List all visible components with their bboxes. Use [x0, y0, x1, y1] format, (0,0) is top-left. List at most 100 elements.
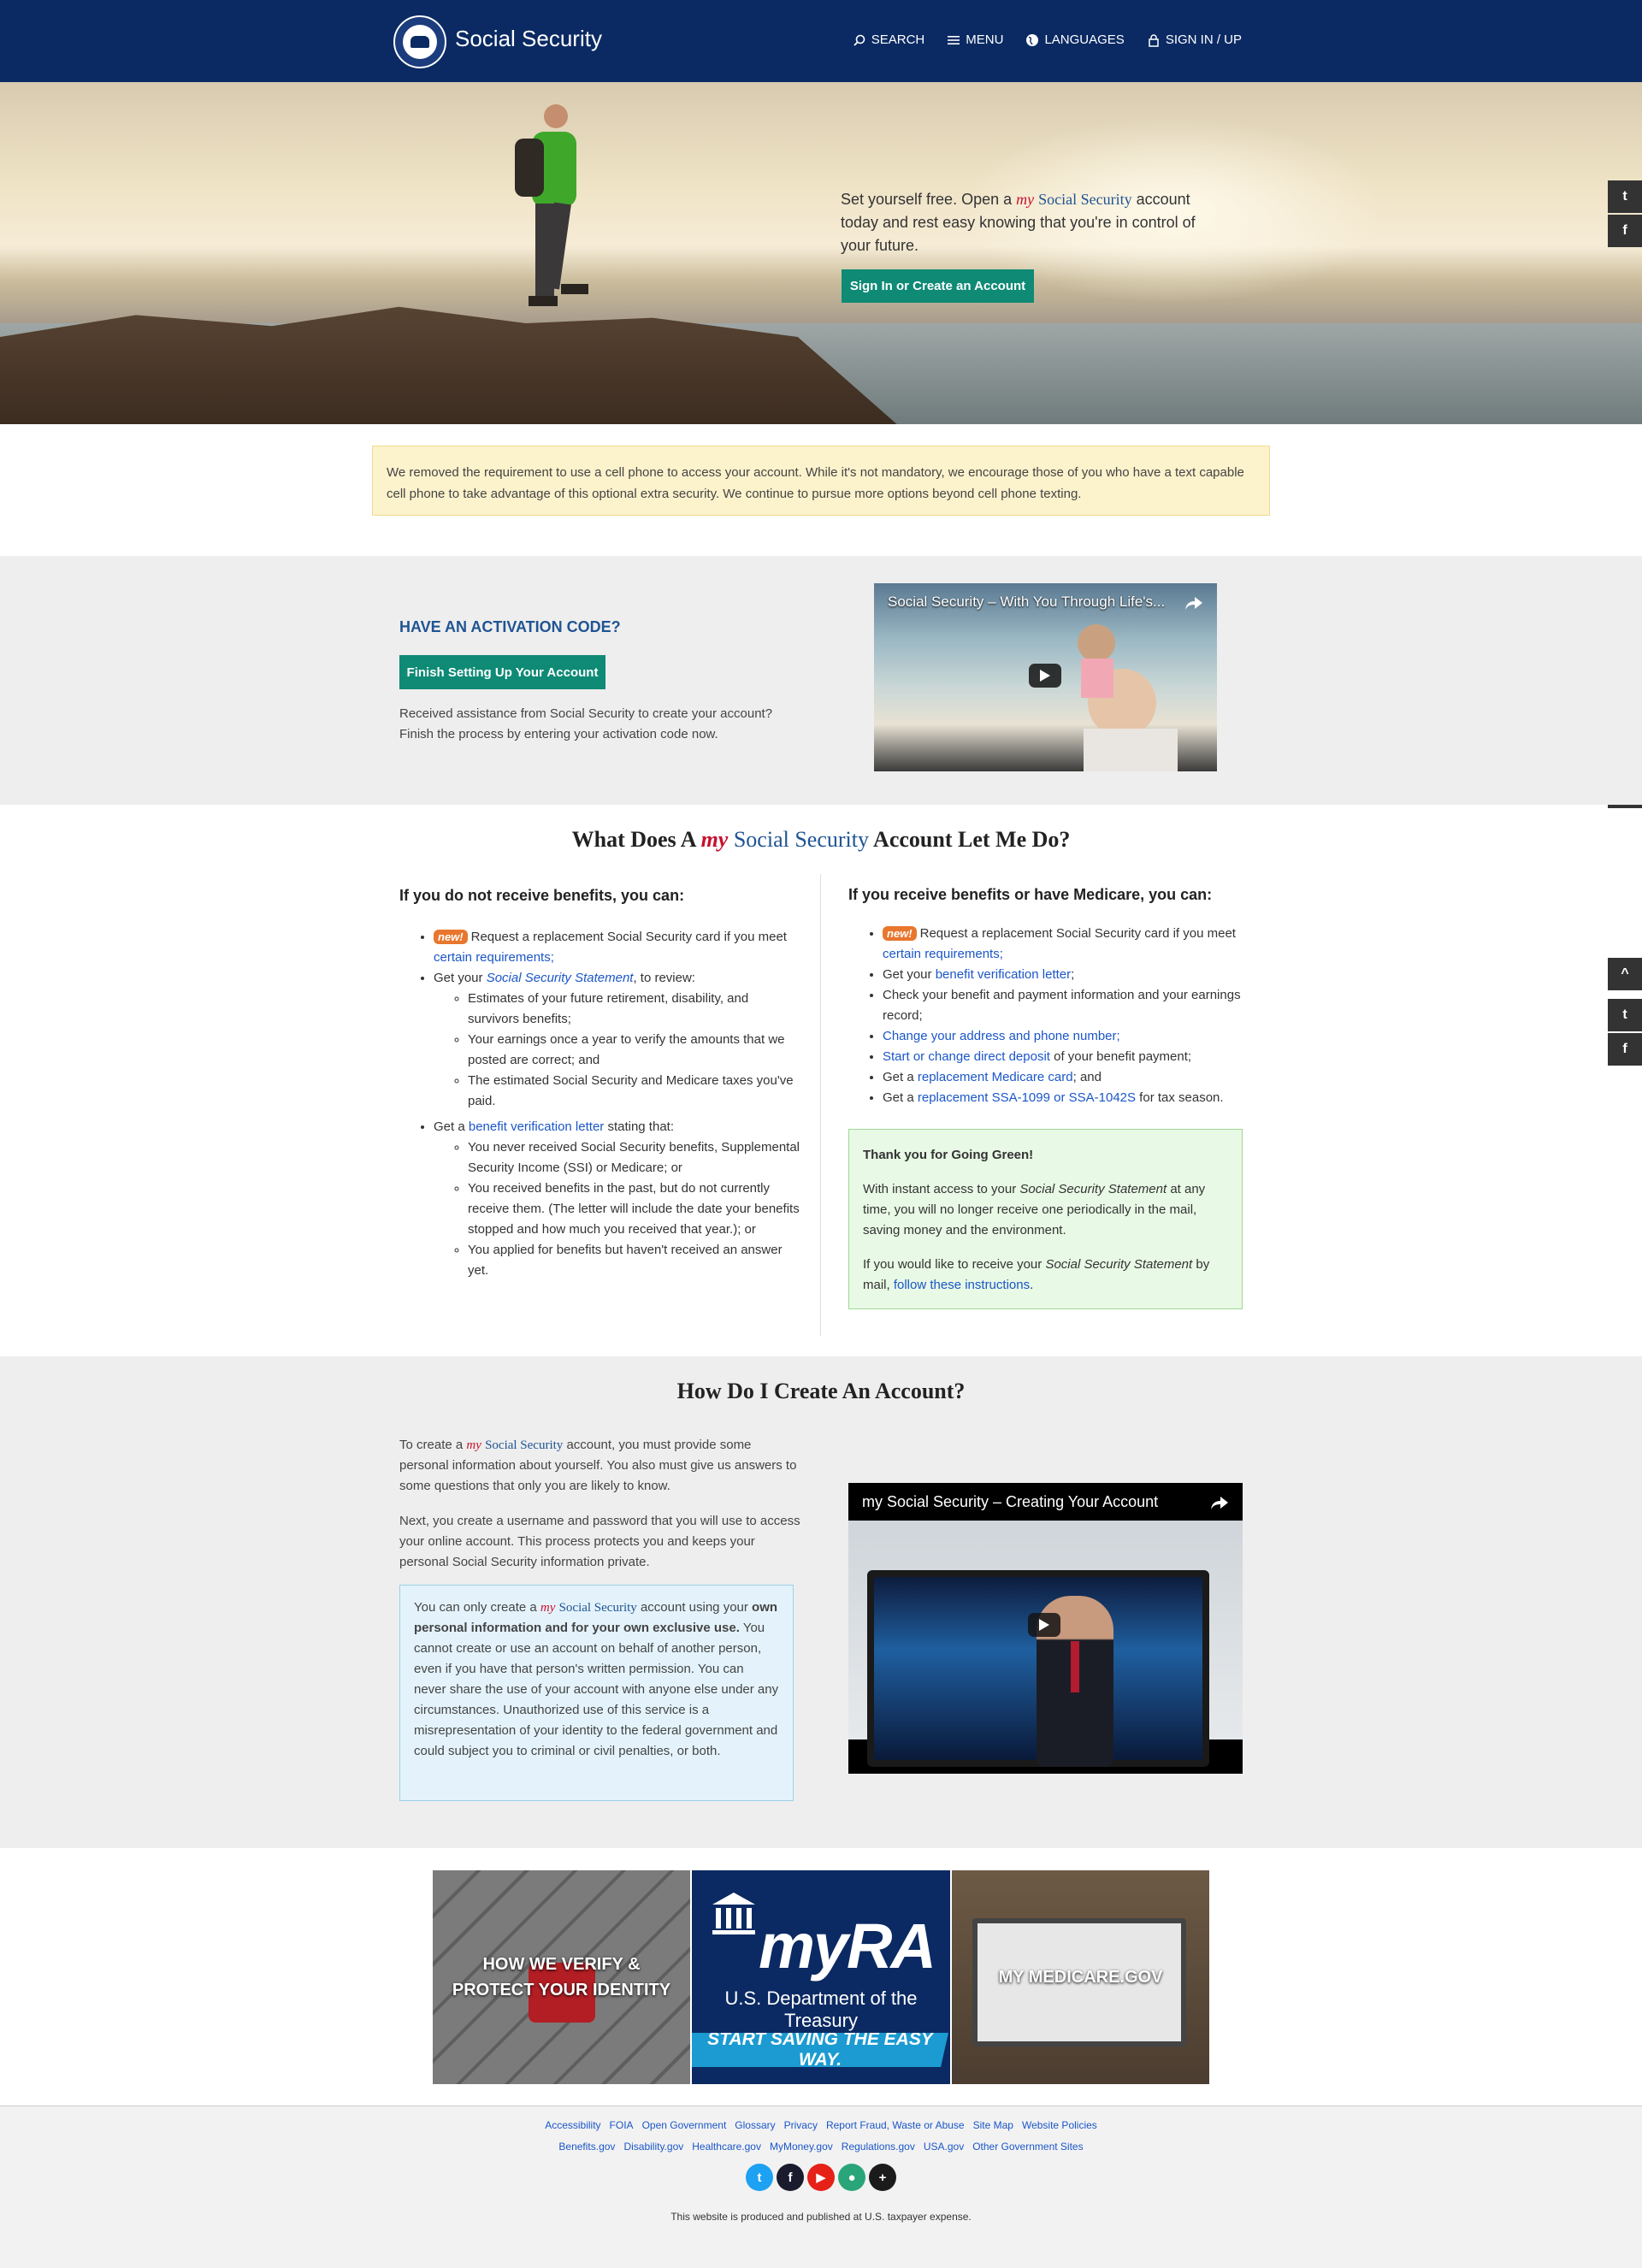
my-medicare-tile[interactable]: MY MEDICARE.GOV: [952, 1870, 1209, 2084]
sub-list-item: You never received Social Security benef…: [468, 1137, 801, 1178]
sign-in-create-account-button[interactable]: Sign In or Create an Account: [842, 269, 1034, 303]
sub-list-item: Estimates of your future retirement, dis…: [468, 989, 801, 1030]
footer-link[interactable]: USA.gov: [924, 2141, 964, 2153]
finish-setup-button[interactable]: Finish Setting Up Your Account: [399, 655, 605, 689]
footer-link[interactable]: MyMoney.gov: [770, 2141, 833, 2153]
search-link[interactable]: SEARCH: [853, 32, 924, 47]
blog-icon[interactable]: ●: [838, 2164, 865, 2191]
footer-links-row-2: Benefits.gov Disability.gov Healthcare.g…: [0, 2141, 1642, 2153]
site-header: Social Security SEARCH MENU LANGUAGES SI…: [0, 0, 1642, 82]
what-section-title: What Does A my Social Security Account L…: [571, 827, 1071, 852]
footer-link[interactable]: Open Government: [642, 2119, 727, 2131]
myra-tile[interactable]: myRA U.S. Department of the Treasury STA…: [692, 1870, 950, 2084]
facebook-share-icon[interactable]: f: [1608, 215, 1642, 247]
list-item: new!Request a replacement Social Securit…: [883, 924, 1250, 965]
facebook-share-icon-2[interactable]: f: [1608, 1033, 1642, 1066]
footer-links-row-1: Accessibility FOIA Open Government Gloss…: [0, 2119, 1642, 2131]
list-item: Get your Social Security Statement, to r…: [434, 968, 801, 1112]
footer-link[interactable]: Accessibility: [545, 2119, 600, 2131]
footer-link[interactable]: Website Policies: [1022, 2119, 1097, 2131]
right-column-heading: If you receive benefits or have Medicare…: [848, 886, 1213, 903]
certain-requirements-link[interactable]: certain requirements;: [883, 947, 1003, 961]
video-player-life[interactable]: Social Security – With You Through Life'…: [874, 583, 1217, 771]
sub-list-item: Your earnings once a year to verify the …: [468, 1030, 801, 1071]
new-badge: new!: [883, 926, 917, 941]
verify-identity-tile[interactable]: HOW WE VERIFY & PROTECT YOUR IDENTITY: [433, 1870, 690, 2084]
statement-link[interactable]: Social Security Statement: [487, 971, 634, 985]
hiker-image: [515, 104, 588, 306]
ssa-1099-link[interactable]: replacement SSA-1099 or SSA-1042S: [918, 1090, 1136, 1105]
menu-icon: [948, 35, 960, 44]
create-section-title: How Do I Create An Account?: [676, 1379, 966, 1403]
going-green-box: Thank you for Going Green! With instant …: [848, 1129, 1243, 1309]
sub-list-item: The estimated Social Security and Medica…: [468, 1071, 801, 1112]
personal-use-notice: You can only create a my Social Security…: [399, 1585, 794, 1801]
sign-in-link[interactable]: SIGN IN / UP: [1147, 32, 1242, 47]
left-column-heading: If you do not receive benefits, you can:: [399, 887, 685, 904]
globe-icon: [1026, 33, 1039, 46]
new-badge: new!: [434, 930, 468, 944]
twitter-share-icon-2[interactable]: t: [1608, 999, 1642, 1031]
video-thumbnail-image: [1078, 624, 1178, 771]
sub-list-item: You received benefits in the past, but d…: [468, 1178, 801, 1240]
certain-requirements-link[interactable]: certain requirements;: [434, 950, 554, 965]
languages-link[interactable]: LANGUAGES: [1025, 32, 1125, 47]
footer-link[interactable]: Healthcare.gov: [692, 2141, 761, 2153]
social-icons: t f ▶ ● +: [746, 2164, 896, 2191]
site-brand[interactable]: Social Security: [455, 26, 602, 52]
footer-link[interactable]: Other Government Sites: [972, 2141, 1083, 2153]
footer-link[interactable]: Report Fraud, Waste or Abuse: [826, 2119, 965, 2131]
security-notice: We removed the requirement to use a cell…: [372, 446, 1270, 516]
video-player-create-account[interactable]: my Social Security – Creating Your Accou…: [848, 1483, 1243, 1774]
facebook-icon[interactable]: f: [777, 2164, 804, 2191]
list-item: Get your benefit verification letter;: [883, 965, 1250, 985]
footer-link[interactable]: Glossary: [735, 2119, 775, 2131]
list-item: Check your benefit and payment informati…: [883, 985, 1250, 1026]
video-title: my Social Security – Creating Your Accou…: [862, 1493, 1159, 1510]
create-account-section: [0, 1356, 1642, 1848]
direct-deposit-link[interactable]: Start or change direct deposit: [883, 1049, 1050, 1064]
rocks-image: [0, 306, 907, 424]
change-address-link[interactable]: Change your address and phone number;: [883, 1029, 1120, 1043]
sub-list-item: You applied for benefits but haven't rec…: [468, 1240, 801, 1281]
taxpayer-note: This website is produced and published a…: [670, 2211, 972, 2223]
lock-icon: [1149, 33, 1159, 47]
follow-instructions-link[interactable]: follow these instructions: [894, 1278, 1030, 1292]
create-paragraph-1: To create a my Social Security account, …: [399, 1438, 797, 1493]
list-item: Change your address and phone number;: [883, 1026, 1250, 1047]
ssa-seal-logo[interactable]: [393, 15, 446, 68]
share-icon[interactable]: [1184, 595, 1203, 611]
play-icon[interactable]: [1029, 664, 1061, 688]
list-item: new!Request a replacement Social Securit…: [434, 927, 801, 968]
footer-link[interactable]: Disability.gov: [623, 2141, 683, 2153]
video-title: Social Security – With You Through Life'…: [888, 594, 1166, 610]
benefit-verification-link[interactable]: benefit verification letter: [469, 1119, 604, 1134]
treasury-column-icon: [712, 1893, 755, 1934]
main-nav: SEARCH MENU LANGUAGES SIGN IN / UP: [853, 32, 1242, 47]
benefit-verification-link[interactable]: benefit verification letter: [936, 967, 1071, 982]
share-icon[interactable]: [1210, 1495, 1229, 1510]
back-to-top-icon-2[interactable]: ^: [1608, 958, 1642, 990]
activation-text: Received assistance from Social Security…: [399, 706, 773, 741]
create-paragraph-2: Next, you create a username and password…: [399, 1514, 800, 1569]
activation-section: [0, 556, 1642, 805]
footer-link[interactable]: Site Map: [973, 2119, 1013, 2131]
left-benefits-list: new!Request a replacement Social Securit…: [399, 927, 801, 1281]
going-green-title: Thank you for Going Green!: [863, 1148, 1034, 1162]
footer-link[interactable]: Benefits.gov: [558, 2141, 615, 2153]
list-item: Start or change direct deposit of your b…: [883, 1047, 1250, 1067]
medicare-card-link[interactable]: replacement Medicare card: [918, 1070, 1073, 1084]
footer-link[interactable]: Privacy: [784, 2119, 818, 2131]
search-icon: [853, 34, 865, 46]
youtube-icon[interactable]: ▶: [807, 2164, 835, 2191]
footer-link[interactable]: FOIA: [610, 2119, 634, 2131]
list-item: Get a replacement SSA-1099 or SSA-1042S …: [883, 1088, 1250, 1108]
menu-link[interactable]: MENU: [947, 32, 1003, 47]
play-icon[interactable]: [1028, 1613, 1060, 1637]
footer-link[interactable]: Regulations.gov: [842, 2141, 915, 2153]
column-divider: [820, 874, 821, 1336]
twitter-share-icon[interactable]: t: [1608, 180, 1642, 213]
twitter-icon[interactable]: t: [746, 2164, 773, 2191]
more-icon[interactable]: +: [869, 2164, 896, 2191]
list-item: Get a replacement Medicare card; and: [883, 1067, 1250, 1088]
